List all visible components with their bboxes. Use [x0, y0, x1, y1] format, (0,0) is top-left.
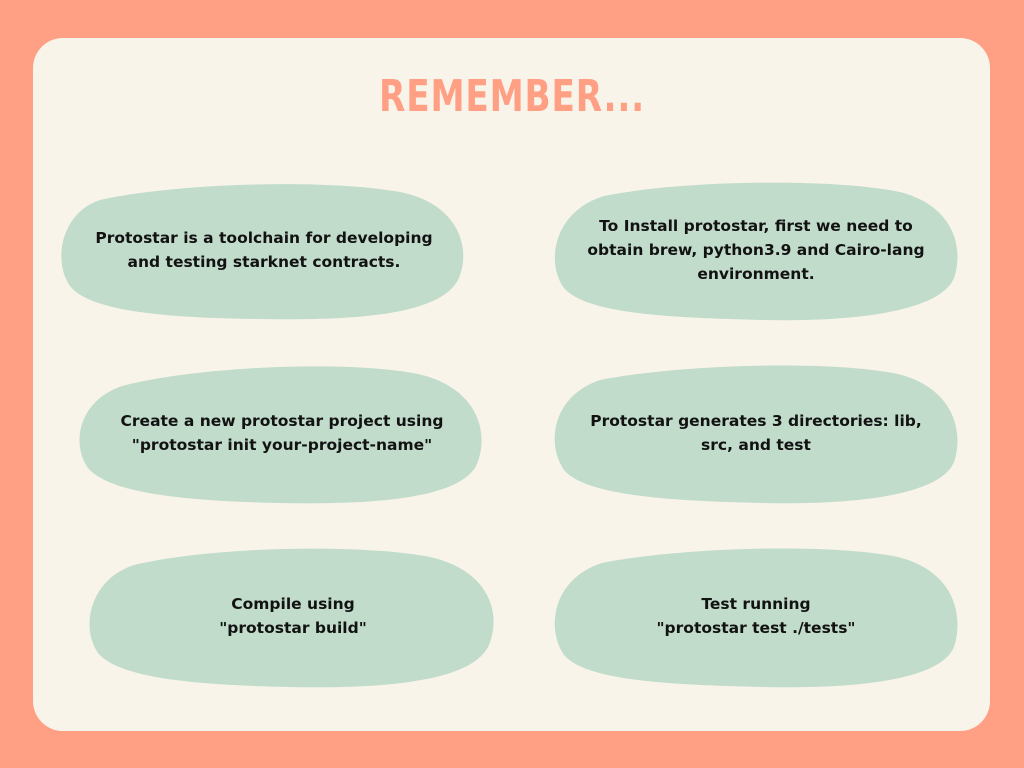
note-create-project: Create a new protostar project using "pr…	[78, 360, 486, 505]
note-directories: Protostar generates 3 directories: lib, …	[552, 360, 960, 505]
note-test: Test running "protostar test ./tests"	[552, 543, 960, 689]
note-install: To Install protostar, first we need to o…	[552, 178, 960, 322]
note-compile: Compile using "protostar build"	[88, 543, 498, 689]
note-text: Compile using "protostar build"	[219, 595, 367, 637]
page-title: REMEMBER...	[379, 71, 645, 122]
note-text: Protostar generates 3 directories: lib, …	[590, 411, 922, 454]
note-text: Create a new protostar project using "pr…	[120, 411, 444, 454]
note-text: To Install protostar, first we need to o…	[587, 217, 925, 283]
note-text: Protostar is a toolchain for developing …	[95, 228, 433, 271]
note-text: Test running "protostar test ./tests"	[656, 595, 856, 637]
note-toolchain: Protostar is a toolchain for developing …	[60, 178, 468, 321]
